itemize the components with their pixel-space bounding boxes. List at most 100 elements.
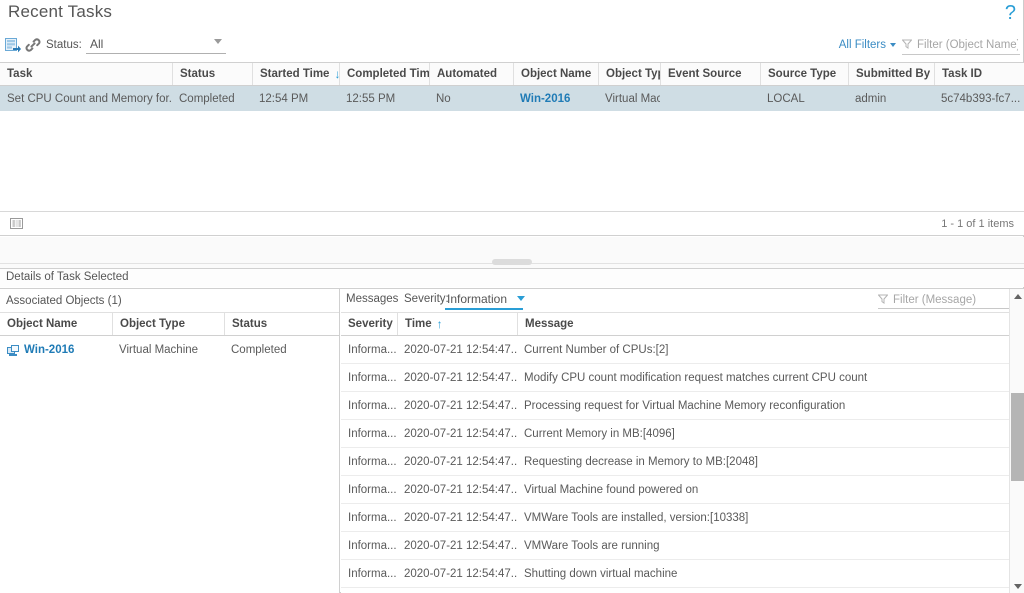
page-title: Recent Tasks — [8, 2, 112, 22]
recent-tasks-panel: Recent Tasks ? Status: — [0, 0, 1024, 593]
table-row[interactable]: Informa...2020-07-21 12:54:47...Requesti… — [341, 448, 1024, 476]
scroll-down-arrow-icon[interactable] — [1010, 579, 1024, 593]
column-header-label: Task ID — [942, 68, 982, 80]
table-cell: 2020-07-21 12:54:47... — [397, 392, 517, 419]
message-filter[interactable] — [878, 291, 1018, 309]
table-row[interactable]: Set CPU Count and Memory for...Completed… — [0, 86, 1024, 111]
column-header-label: Submitted By — [856, 68, 930, 80]
table-cell: Virtual Machine — [112, 336, 224, 364]
tasks-column-header-task[interactable]: Task — [0, 63, 172, 85]
question-mark-icon[interactable]: ? — [1005, 3, 1016, 23]
column-header-label: Severity — [348, 318, 393, 330]
titlebar: Recent Tasks ? — [0, 0, 1024, 30]
table-cell: Virtual Machine — [598, 86, 660, 111]
details-header-label: Details of Task Selected — [6, 271, 129, 283]
tasks-column-header-task-id[interactable]: Task ID — [934, 63, 1024, 85]
associated-column-header-object-name[interactable]: Object Name — [0, 313, 112, 335]
associated-column-header-object-type[interactable]: Object Type — [112, 313, 224, 335]
message-filter-input[interactable] — [891, 293, 1018, 307]
table-cell: Informa... — [341, 448, 397, 475]
tasks-column-header-object-type[interactable]: Object Type — [598, 63, 660, 85]
status-filter-label: Status: — [46, 39, 82, 51]
messages-column-header-time[interactable]: Time↑ — [397, 313, 517, 335]
scrollbar-thumb[interactable] — [1011, 393, 1024, 481]
table-row[interactable]: Informa...2020-07-21 12:54:47...Current … — [341, 420, 1024, 448]
column-header-label: Started Time — [260, 68, 329, 80]
link-icon[interactable] — [25, 37, 41, 53]
table-cell: Informa... — [341, 392, 397, 419]
column-header-label: Object Type — [120, 318, 185, 330]
messages-pane: Messages Severity: SeverityTime↑Message … — [341, 289, 1024, 593]
tasks-column-header-object-name[interactable]: Object Name — [513, 63, 598, 85]
cell-link[interactable]: Win-2016 — [513, 86, 598, 111]
severity-select[interactable] — [445, 290, 523, 310]
chevron-down-icon — [890, 43, 896, 47]
table-row[interactable]: Informa...2020-07-21 12:54:47...Virtual … — [341, 476, 1024, 504]
table-cell: Requesting decrease in Memory to MB:[204… — [517, 448, 1007, 475]
table-cell: 2020-07-21 12:54:47... — [397, 504, 517, 531]
table-row[interactable]: Informa...2020-07-21 12:54:47...VMWare T… — [341, 504, 1024, 532]
splitter-grip[interactable] — [492, 259, 532, 265]
messages-scrollbar[interactable] — [1009, 289, 1024, 593]
tasks-column-header-started-time[interactable]: Started Time↓ — [252, 63, 339, 85]
status-filter-select[interactable] — [86, 35, 226, 54]
funnel-icon — [902, 36, 912, 54]
table-row[interactable]: Informa...2020-07-21 12:54:47...VMWare T… — [341, 532, 1024, 560]
tasks-column-header-event-source[interactable]: Event Source — [660, 63, 760, 85]
messages-column-header-severity[interactable]: Severity — [341, 313, 397, 335]
table-row[interactable]: Informa...2020-07-21 12:54:47...Current … — [341, 336, 1024, 364]
table-body: Set CPU Count and Memory for...Completed… — [0, 86, 1024, 111]
list-item[interactable]: Win-2016Virtual MachineCompleted — [0, 336, 339, 364]
table-cell: 12:54 PM — [252, 86, 339, 111]
column-header-label: Object Type — [606, 68, 660, 80]
column-header-label: Object Name — [7, 318, 77, 330]
scroll-up-arrow-icon[interactable] — [1010, 289, 1024, 303]
tasks-column-header-automated[interactable]: Automated — [429, 63, 513, 85]
messages-column-header-message[interactable]: Message — [517, 313, 1007, 335]
severity-label: Severity: — [404, 293, 449, 305]
table-cell: Informa... — [341, 504, 397, 531]
object-name-filter[interactable] — [902, 35, 1020, 55]
table-cell: 12:55 PM — [339, 86, 429, 111]
column-header-label: Status — [180, 68, 215, 80]
associated-objects-pane: Associated Objects (1) Object NameObject… — [0, 289, 340, 593]
tasks-column-header-source-type[interactable]: Source Type — [760, 63, 848, 85]
table-header-row: Task Status Started Time↓ Completed Time Aut… — [0, 63, 1024, 86]
table-cell: LOCAL — [760, 86, 848, 111]
table-row[interactable]: Informa...2020-07-21 12:54:47...Shutting… — [341, 560, 1024, 588]
table-cell: VMWare Tools are running — [517, 532, 1007, 559]
table-row[interactable]: Informa...2020-07-21 12:54:47...Modify C… — [341, 364, 1024, 392]
all-filters-button[interactable]: All Filters — [839, 39, 896, 51]
pane-splitter[interactable] — [0, 237, 1024, 269]
details-body: Associated Objects (1) Object NameObject… — [0, 288, 1024, 593]
table-cell: Informa... — [341, 364, 397, 391]
sort-ascending-icon: ↑ — [437, 318, 443, 330]
table-cell: 5c74b393-fc7... — [934, 86, 1024, 111]
tasks-column-header-submitted-by[interactable]: Submitted By — [848, 63, 934, 85]
filter-toolbar: Status: All Filters — [0, 31, 1024, 59]
table-cell: Completed — [172, 86, 252, 111]
column-header-label: Completed Time — [347, 68, 429, 80]
object-name-filter-input[interactable] — [915, 38, 1020, 52]
table-cell: Informa... — [341, 560, 397, 587]
table-cell: Informa... — [341, 532, 397, 559]
table-cell: Informa... — [341, 336, 397, 363]
recent-tasks-table: Task Status Started Time↓ Completed Time Aut… — [0, 62, 1024, 236]
column-header-label: Automated — [437, 68, 497, 80]
table-cell: Virtual Machine found powered on — [517, 476, 1007, 503]
table-row[interactable]: Informa...2020-07-21 12:54:47...Processi… — [341, 392, 1024, 420]
associated-column-header-status[interactable]: Status — [224, 313, 340, 335]
details-header: Details of Task Selected — [0, 269, 1024, 287]
associated-table-header-row: Object Name Object Type Status — [0, 312, 339, 336]
table-cell: 2020-07-21 12:54:47... — [397, 336, 517, 363]
cell-link[interactable]: Win-2016 — [0, 336, 112, 364]
column-chooser-icon[interactable] — [10, 217, 23, 235]
column-header-label: Status — [232, 318, 267, 330]
tasks-column-header-status[interactable]: Status — [172, 63, 252, 85]
table-cell: Set CPU Count and Memory for... — [0, 86, 172, 111]
messages-label: Messages — [346, 293, 398, 305]
messages-table-header-row: Severity Time↑Message — [341, 312, 1024, 336]
tasks-column-header-completed-time[interactable]: Completed Time — [339, 63, 429, 85]
export-icon[interactable] — [5, 37, 21, 53]
table-cell: Shutting down virtual machine — [517, 560, 1007, 587]
